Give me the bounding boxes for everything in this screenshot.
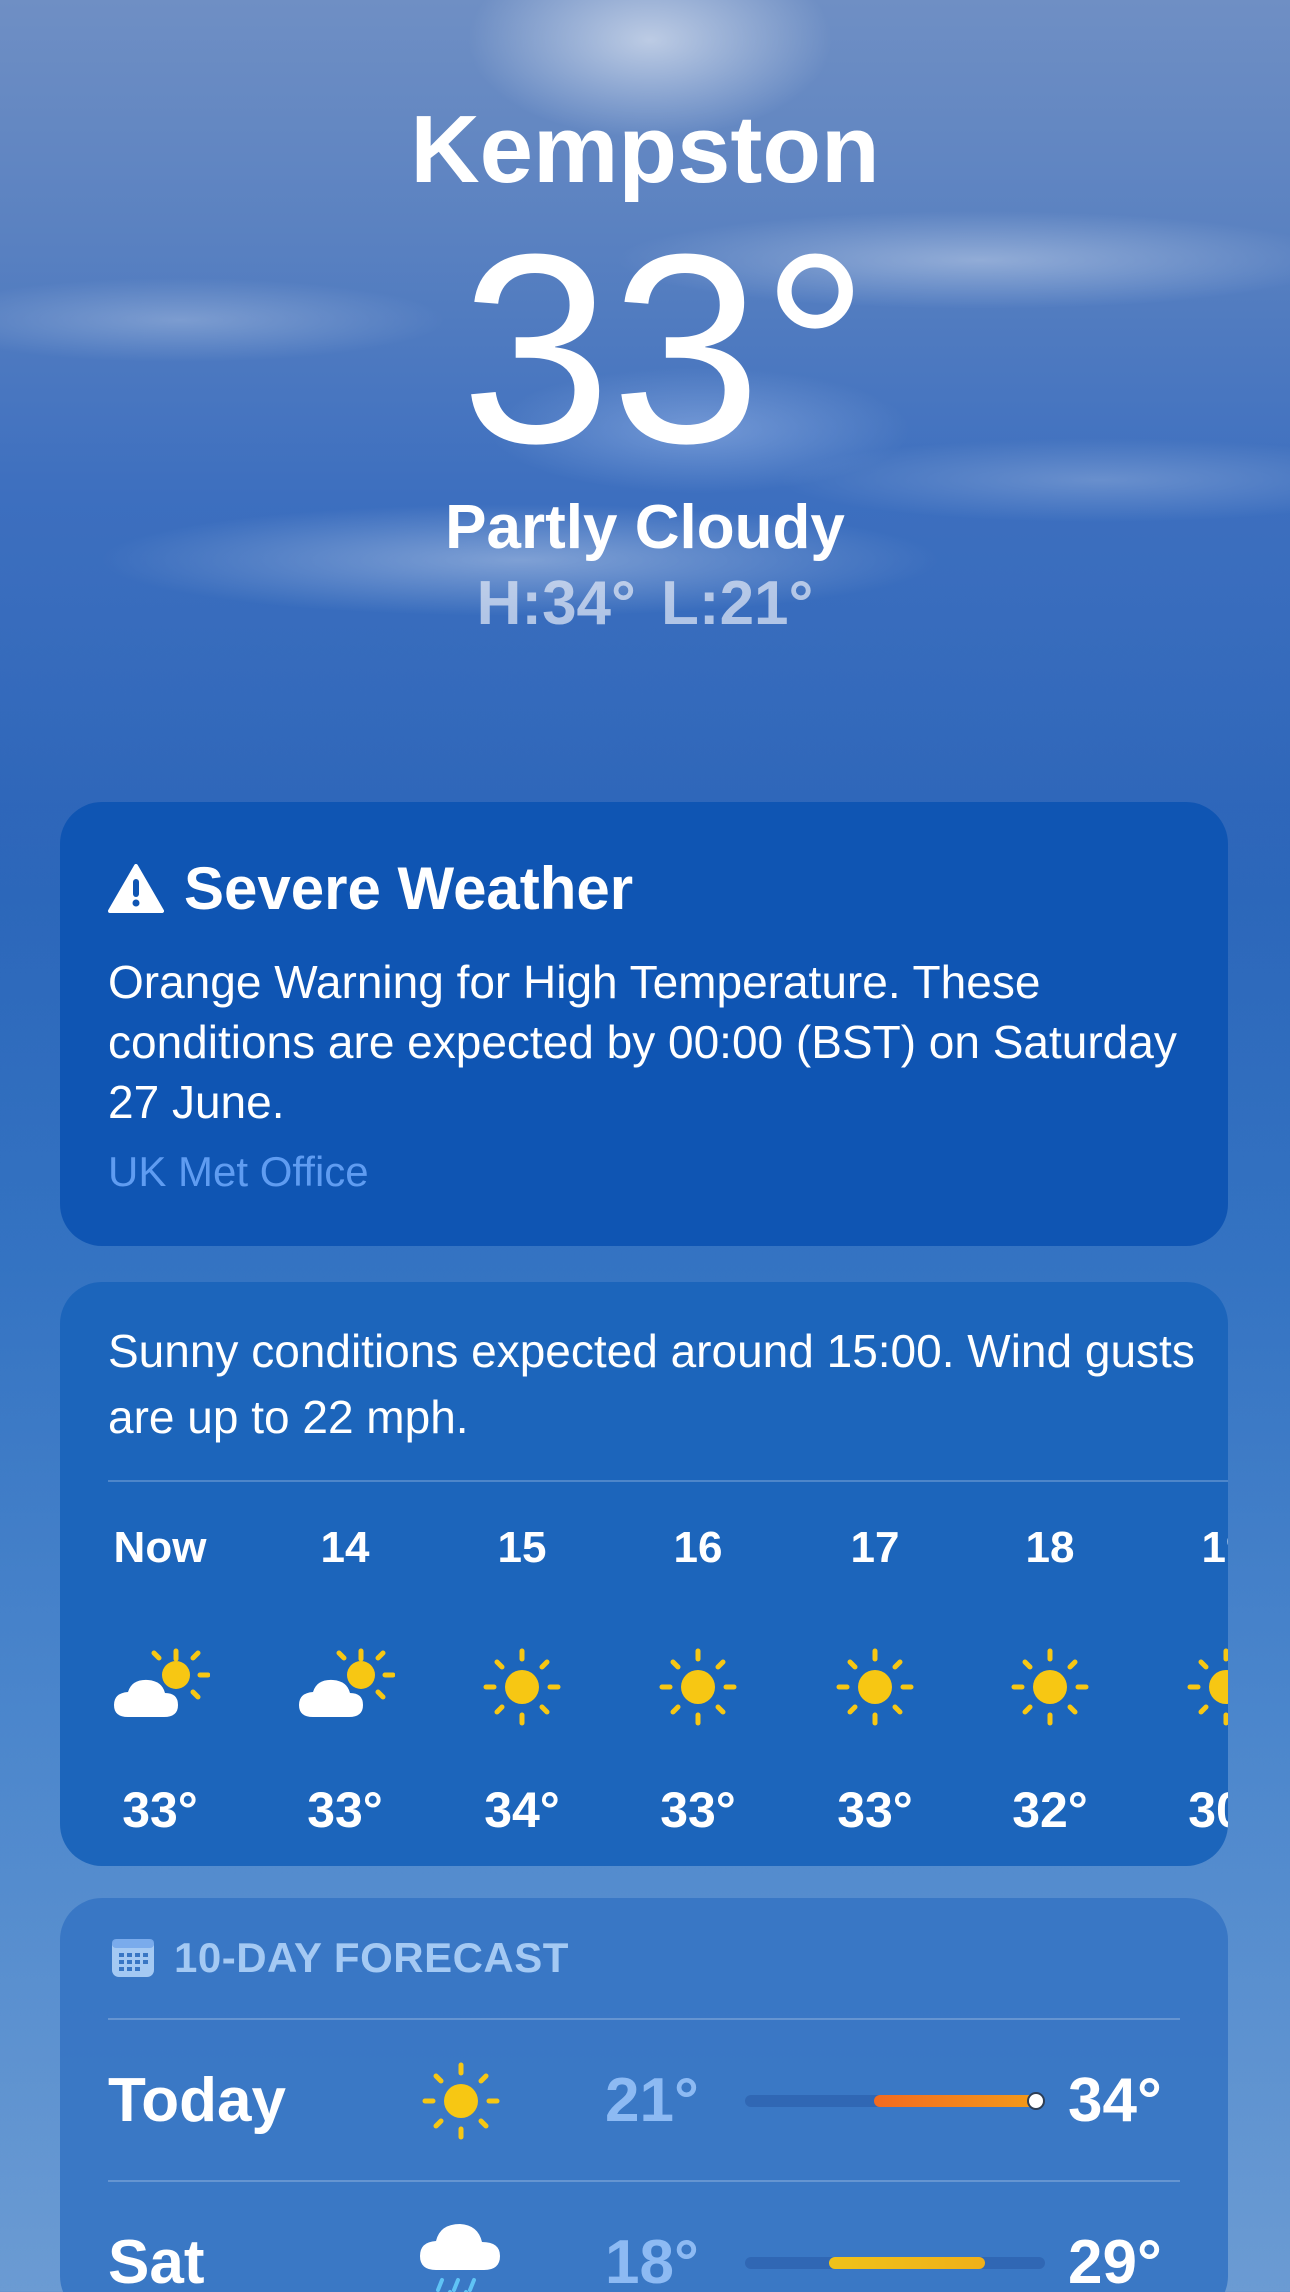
hour-item: 15 34°	[452, 1518, 592, 1840]
condition-text: Partly Cloudy	[445, 493, 845, 562]
hour-temperature: 33°	[660, 1782, 736, 1838]
temperature-range-bar	[745, 2092, 1045, 2110]
forecast-row[interactable]: Today 21° 34°	[60, 2036, 1228, 2166]
hour-temperature: 30°	[1188, 1782, 1228, 1838]
partly-cloudy-icon	[275, 1642, 415, 1732]
hour-temperature: 33°	[122, 1782, 198, 1838]
divider	[108, 2018, 1180, 2020]
sun-icon	[452, 1642, 592, 1732]
divider	[108, 2180, 1180, 2182]
hour-label: 15	[497, 1523, 547, 1572]
hour-item: Now 33°	[90, 1518, 230, 1840]
temperature-range-bar	[745, 2257, 1045, 2269]
hour-temperature: 34°	[484, 1782, 560, 1838]
partly-cloudy-icon	[90, 1642, 230, 1732]
hour-label: 18	[1025, 1523, 1075, 1572]
ten-day-forecast-card[interactable]: 10-DAY FORECAST Today 21° 34° Sat 18° 29…	[60, 1898, 1228, 2292]
hour-label: Now	[113, 1523, 207, 1572]
forecast-day: Sat	[108, 2228, 205, 2292]
hour-label: 19	[1201, 1523, 1228, 1572]
city-name: Kempston	[410, 96, 880, 203]
current-temperature-dot	[1027, 2092, 1045, 2110]
current-temperature: 33°	[460, 199, 870, 500]
hourly-forecast-card[interactable]: Sunny conditions expected around 15:00. …	[60, 1282, 1228, 1866]
hour-item: 19 30°	[1156, 1518, 1228, 1840]
forecast-header-label: 10-DAY FORECAST	[174, 1934, 569, 1981]
sun-icon	[805, 1642, 945, 1732]
severe-weather-card[interactable]: Severe Weather Orange Warning for High T…	[60, 802, 1228, 1246]
hour-item: 17 33°	[805, 1518, 945, 1840]
hour-temperature: 33°	[837, 1782, 913, 1838]
hour-label: 14	[320, 1523, 370, 1572]
forecast-row[interactable]: Sat 18° 29°	[60, 2198, 1228, 2292]
divider	[108, 1480, 1228, 1482]
current-conditions: Kempston 33° Partly Cloudy H:34° L:21°	[0, 90, 1290, 642]
warning-icon	[108, 863, 164, 913]
forecast-low: 18°	[605, 2228, 699, 2292]
calendar-icon	[112, 1939, 154, 1977]
hour-temperature: 33°	[307, 1782, 383, 1838]
hour-label: 17	[850, 1523, 900, 1572]
hour-item: 18 32°	[980, 1518, 1120, 1840]
alert-title: Severe Weather	[184, 855, 634, 922]
hour-item: 16 33°	[628, 1518, 768, 1840]
forecast-high: 34°	[1068, 2066, 1162, 2135]
forecast-header: 10-DAY FORECAST	[110, 1934, 569, 1982]
forecast-low: 21°	[605, 2066, 699, 2135]
alert-title-row: Severe Weather	[108, 854, 633, 923]
hour-item: 14 33°	[275, 1518, 415, 1840]
rain-cloud-icon	[406, 2198, 516, 2292]
sun-icon	[980, 1642, 1120, 1732]
high-low-text: H:34° L:21°	[476, 569, 814, 638]
forecast-day: Today	[108, 2066, 286, 2135]
hourly-summary: Sunny conditions expected around 15:00. …	[108, 1325, 1195, 1443]
alert-source-link[interactable]: UK Met Office	[108, 1148, 369, 1196]
hour-temperature: 32°	[1012, 1782, 1088, 1838]
sun-icon	[1156, 1642, 1228, 1732]
alert-body: Orange Warning for High Temperature. The…	[108, 956, 1177, 1128]
sun-icon	[406, 2036, 516, 2166]
forecast-high: 29°	[1068, 2228, 1162, 2292]
temperature-range-fill	[874, 2095, 1036, 2107]
temperature-range-fill	[829, 2257, 985, 2269]
hour-label: 16	[673, 1523, 723, 1572]
sun-icon	[628, 1642, 768, 1732]
